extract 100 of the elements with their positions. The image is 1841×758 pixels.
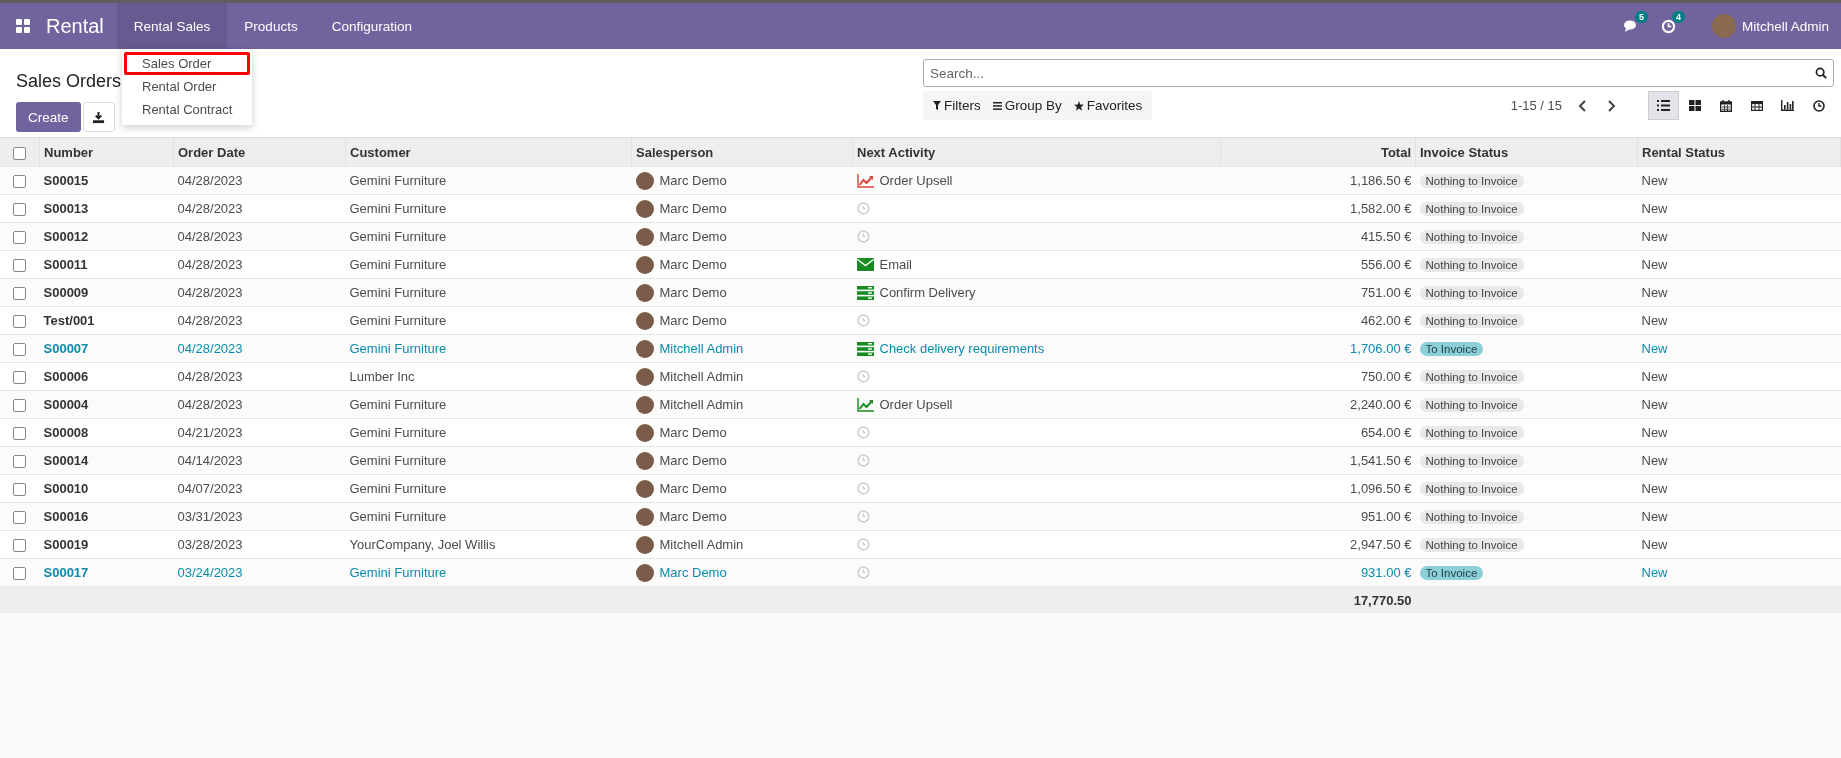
customer-name: Gemini Furniture — [349, 341, 447, 356]
dropdown-item[interactable]: Sales Order — [124, 52, 250, 75]
avatar-circle — [635, 255, 654, 274]
create-button[interactable]: Create — [16, 102, 81, 132]
order-number: Test/001 — [43, 313, 95, 328]
column-header[interactable]: Salesperson — [631, 137, 853, 167]
task-list-icon[interactable] — [856, 285, 874, 300]
dropdown-item[interactable]: Rental Order — [124, 75, 250, 98]
search-field[interactable]: Search... — [923, 59, 1834, 87]
column-header[interactable]: Order Date — [173, 137, 346, 167]
order-total: 1,541.50 € — [1350, 453, 1412, 468]
apps-grid-icon[interactable] — [16, 19, 30, 33]
order-number: S00013 — [43, 201, 89, 216]
app-name[interactable]: Rental — [46, 14, 104, 38]
list-view-button[interactable] — [1648, 91, 1679, 120]
menu-item[interactable]: Configuration — [314, 3, 429, 49]
invoice-status-tag: Nothing to Invoice — [1419, 482, 1524, 496]
invoice-status-tag: Nothing to Invoice — [1419, 202, 1524, 216]
invoice-status-tag: Nothing to Invoice — [1419, 174, 1524, 188]
row-checkbox[interactable] — [13, 567, 27, 581]
dropdown-item[interactable]: Rental Contract — [124, 98, 250, 121]
row-checkbox[interactable] — [13, 343, 27, 357]
invoice-status-tag: Nothing to Invoice — [1419, 258, 1524, 272]
order-total: 556.00 € — [1360, 257, 1412, 272]
order-number: S00011 — [43, 257, 88, 272]
customer-name: Gemini Furniture — [349, 229, 447, 244]
order-number: S00017 — [43, 565, 89, 580]
avatar-circle — [635, 395, 654, 414]
order-date: 04/28/2023 — [177, 173, 243, 188]
invoice-status-tag: To Invoice — [1419, 342, 1484, 356]
next-page-icon[interactable] — [1606, 99, 1616, 112]
row-checkbox[interactable] — [13, 371, 27, 385]
invoice-status-tag: Nothing to Invoice — [1419, 314, 1524, 328]
avatar-circle — [635, 479, 654, 498]
task-list-icon[interactable] — [856, 341, 874, 356]
invoice-status-tag: Nothing to Invoice — [1419, 426, 1524, 440]
salesperson-name: Marc Demo — [659, 509, 727, 524]
customer-name: Gemini Furniture — [349, 313, 447, 328]
row-checkbox[interactable] — [13, 511, 27, 525]
column-header[interactable]: Next Activity — [852, 137, 1221, 167]
column-header[interactable]: Invoice Status — [1415, 137, 1638, 167]
rental-status: New — [1641, 173, 1668, 188]
column-header[interactable]: Rental Status — [1637, 137, 1841, 167]
pager-value[interactable]: 1-15 / 15 — [1510, 98, 1562, 113]
rental-status: New — [1641, 257, 1668, 272]
invoice-status-tag: Nothing to Invoice — [1419, 230, 1524, 244]
row-checkbox[interactable] — [13, 399, 27, 413]
row-checkbox[interactable] — [13, 483, 27, 497]
envelope-icon[interactable] — [856, 258, 874, 271]
row-checkbox[interactable] — [13, 287, 27, 301]
row-checkbox[interactable] — [13, 231, 27, 245]
select-all-checkbox[interactable] — [13, 146, 26, 160]
search-icon[interactable] — [1815, 67, 1827, 79]
order-date: 04/28/2023 — [177, 341, 243, 356]
customer-name: Gemini Furniture — [349, 509, 447, 524]
order-total: 654.00 € — [1360, 425, 1412, 440]
row-checkbox[interactable] — [13, 175, 27, 189]
filters-button[interactable]: Filters — [927, 98, 987, 113]
row-checkbox[interactable] — [13, 539, 27, 553]
order-number: S00007 — [43, 341, 89, 356]
order-date: 03/31/2023 — [177, 509, 243, 524]
download-button[interactable] — [82, 102, 115, 132]
order-number: S00010 — [43, 481, 89, 496]
order-total: 931.00 € — [1360, 565, 1412, 580]
avatar-circle — [635, 227, 654, 246]
invoice-status-tag: Nothing to Invoice — [1419, 538, 1524, 552]
row-checkbox[interactable] — [13, 455, 27, 469]
avatar-circle — [635, 283, 654, 302]
order-date: 04/28/2023 — [177, 285, 243, 300]
rental-status: New — [1641, 509, 1668, 524]
order-date: 04/21/2023 — [177, 425, 243, 440]
column-header[interactable]: Customer — [345, 137, 632, 167]
rental-status: New — [1641, 425, 1668, 440]
menu-item[interactable]: Rental Sales — [116, 3, 228, 49]
invoice-status-tag: Nothing to Invoice — [1419, 398, 1524, 412]
salesperson-name: Mitchell Admin — [659, 369, 744, 384]
column-header[interactable]: Number — [39, 137, 174, 167]
column-header[interactable]: Total — [1220, 137, 1416, 167]
favorites-button[interactable]: Favorites — [1067, 98, 1149, 113]
row-checkbox[interactable] — [13, 259, 27, 273]
trend-chart-icon[interactable] — [856, 397, 874, 412]
activity-count-badge: 4 — [1671, 10, 1685, 23]
chat-icon[interactable] — [1622, 19, 1639, 33]
activity-name: Confirm Delivery — [879, 285, 976, 300]
row-checkbox[interactable] — [13, 203, 27, 217]
customer-name: Gemini Furniture — [349, 201, 447, 216]
invoice-status-tag: To Invoice — [1419, 566, 1484, 580]
order-total: 1,186.50 € — [1350, 173, 1412, 188]
user-name[interactable]: Mitchell Admin — [1741, 18, 1829, 34]
trend-chart-icon[interactable] — [856, 173, 874, 188]
row-checkbox[interactable] — [13, 427, 27, 441]
salesperson-name: Marc Demo — [659, 453, 727, 468]
order-total: 751.00 € — [1360, 285, 1412, 300]
menu-item[interactable]: Products — [227, 3, 315, 49]
group-by-button[interactable]: Group By — [986, 98, 1068, 113]
salesperson-name: Marc Demo — [659, 425, 727, 440]
customer-name: Gemini Furniture — [349, 257, 447, 272]
row-checkbox[interactable] — [13, 315, 27, 329]
customer-name: Gemini Furniture — [349, 397, 447, 412]
previous-page-icon[interactable] — [1578, 99, 1588, 112]
